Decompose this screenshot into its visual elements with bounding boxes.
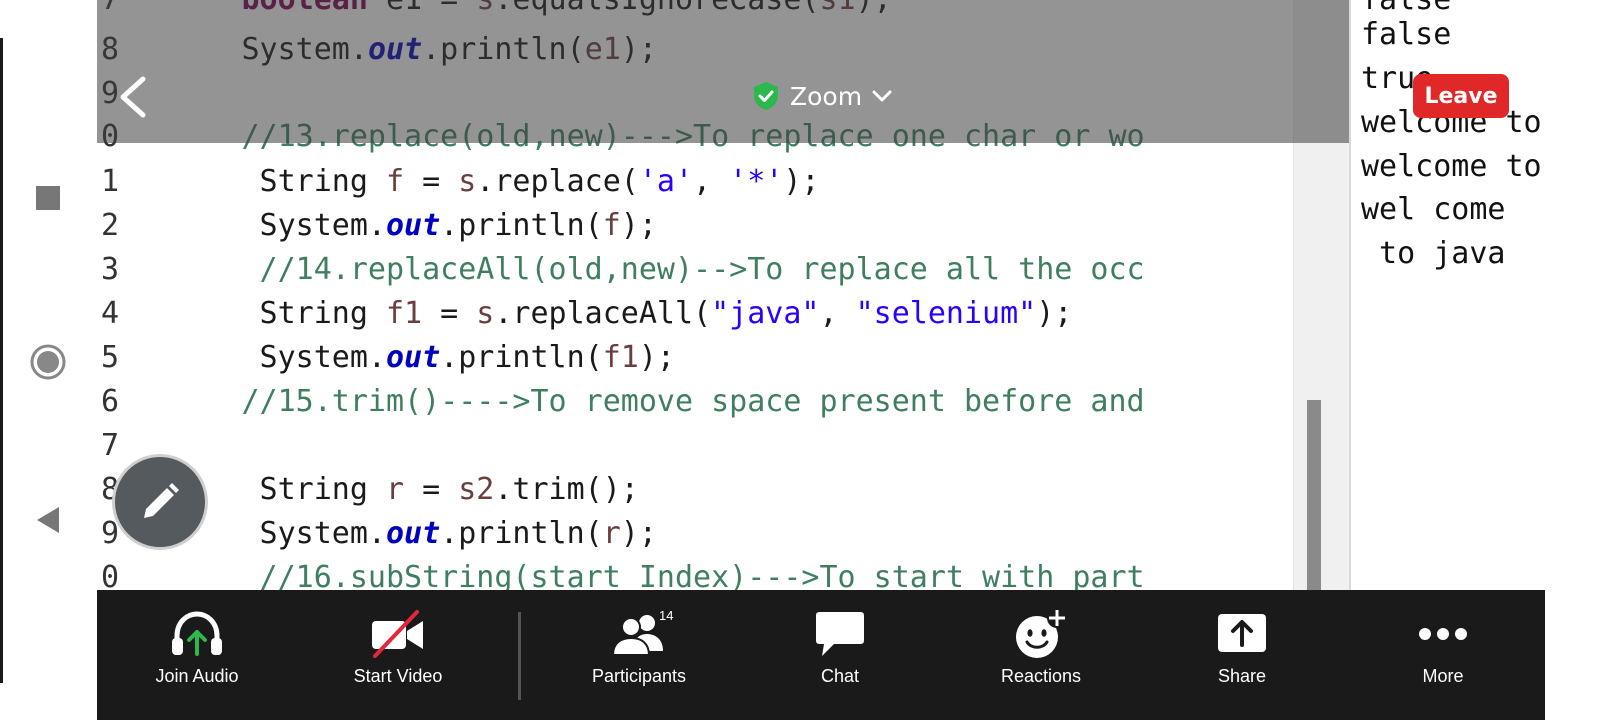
headphones-icon (172, 611, 222, 656)
start-video-label: Start Video (353, 666, 443, 686)
recents-button[interactable] (28, 178, 68, 218)
reactions-smiley-icon (1016, 608, 1067, 658)
meeting-title-dropdown[interactable]: Zoom (752, 78, 892, 114)
participants-button[interactable]: 14 Participants (559, 590, 719, 720)
code-line: 2 System.out.println(f); (97, 204, 1293, 248)
reactions-label: Reactions (1000, 666, 1082, 686)
video-off-icon (372, 610, 423, 658)
console-line: to java (1361, 236, 1506, 271)
code-text: //14.replaceAll(old,new)-->To replace al… (97, 252, 1145, 287)
code-line: 7 (97, 424, 1293, 468)
meeting-title: Zoom (790, 81, 863, 111)
reactions-button[interactable]: Reactions (961, 590, 1121, 720)
back-button[interactable] (110, 72, 154, 122)
chat-button[interactable]: Chat (760, 590, 920, 720)
console-line: welcome to (1361, 149, 1542, 184)
participants-count-badge: 14 (659, 608, 674, 623)
code-line: 3 //14.replaceAll(old,new)-->To replace … (97, 248, 1293, 292)
code-line: 8 String r = s2.trim(); (97, 468, 1293, 512)
chevron-down-icon (872, 90, 892, 102)
pencil-icon (144, 483, 179, 518)
code-line: 6 //15.trim()---->To remove space presen… (97, 380, 1293, 424)
meeting-top-bar (97, 0, 1349, 143)
toolbar-divider (518, 612, 521, 700)
code-line: 0 //16.subString(start Index)--->To star… (97, 556, 1293, 590)
code-text: String f = s.replace('a', '*'); (97, 164, 820, 199)
console-line: wel come (1361, 192, 1506, 227)
console-line: false (1361, 17, 1452, 52)
code-text: //16.subString(start Index)--->To start … (97, 560, 1145, 590)
more-label: More (1422, 666, 1464, 686)
share-upload-icon (1218, 614, 1266, 652)
shield-check-icon (754, 82, 778, 110)
back-triangle-icon (37, 507, 59, 533)
start-video-button[interactable]: Start Video (318, 590, 478, 720)
rail-edge (0, 38, 3, 683)
code-line: 4 String f1 = s.replaceAll("java", "sele… (97, 292, 1293, 336)
chevron-left-icon (120, 76, 146, 118)
chat-bubble-icon (816, 612, 864, 656)
system-nav-rail (0, 0, 97, 720)
meeting-toolbar: Join Audio Start Video 14 Participants C… (97, 590, 1545, 720)
chat-label: Chat (820, 666, 860, 686)
recents-icon (36, 186, 60, 210)
code-text: System.out.println(f1); (97, 340, 675, 375)
annotate-button[interactable] (112, 454, 208, 550)
share-button[interactable]: Share (1162, 590, 1322, 720)
code-text: System.out.println(f); (97, 208, 657, 243)
code-line: 1 String f = s.replace('a', '*'); (97, 160, 1293, 204)
home-button[interactable] (28, 342, 68, 382)
code-text: //15.trim()---->To remove space present … (97, 384, 1145, 419)
more-button[interactable]: More (1363, 590, 1523, 720)
leave-button[interactable]: Leave (1413, 74, 1509, 118)
right-edge-strip (1545, 0, 1600, 720)
code-line: 9 System.out.println(r); (97, 512, 1293, 556)
code-text: String f1 = s.replaceAll("java", "seleni… (97, 296, 1073, 331)
home-icon (30, 344, 66, 380)
more-dots-icon (1419, 628, 1467, 640)
participants-label: Participants (591, 666, 687, 686)
line-number: 7 (100, 428, 119, 463)
share-label: Share (1217, 666, 1267, 686)
join-audio-button[interactable]: Join Audio (117, 590, 277, 720)
editor-scrollbar-thumb[interactable] (1307, 400, 1321, 590)
join-audio-label: Join Audio (155, 666, 239, 686)
code-line: 5 System.out.println(f1); (97, 336, 1293, 380)
back-nav-button[interactable] (28, 500, 68, 540)
